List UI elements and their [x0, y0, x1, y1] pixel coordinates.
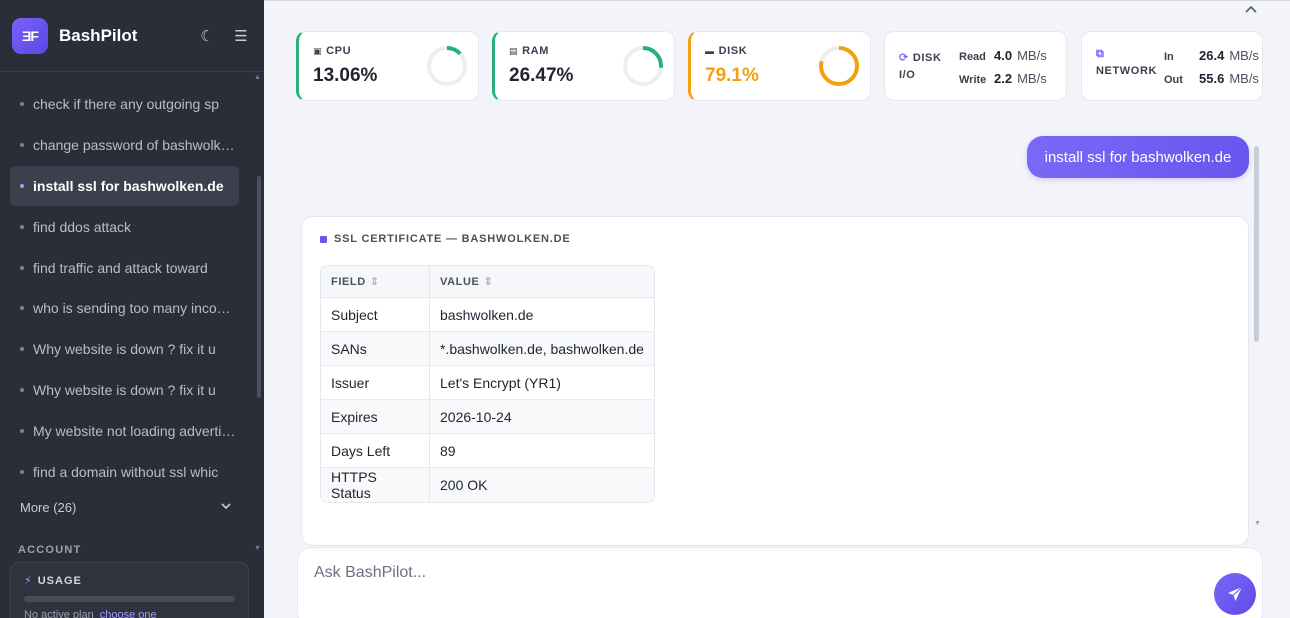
- sort-icon: ⇕: [483, 276, 494, 288]
- bullet-icon: [20, 102, 24, 107]
- chat-input[interactable]: [314, 564, 1194, 582]
- history-item[interactable]: who is sending too many incoming: [10, 288, 239, 329]
- ram-value: 26.47%: [509, 65, 574, 86]
- sidebar-scrollbar[interactable]: [257, 176, 261, 398]
- bullet-icon: [20, 469, 24, 474]
- app-logo: ƎF: [12, 17, 48, 54]
- ssl-table: FIELD ⇕ VALUE ⇕ Subject bashwolken.de SANs *…: [320, 265, 655, 503]
- column-header-field[interactable]: FIELD ⇕: [321, 266, 430, 298]
- disk-value: 79.1%: [705, 65, 759, 86]
- history-item[interactable]: Why website is down ? fix it u: [10, 370, 239, 411]
- ram-card: ▤ RAM 26.47%: [492, 31, 675, 101]
- disk-donut: [819, 46, 859, 86]
- disk-write-row: Write 2.2 MB/s: [959, 71, 1047, 86]
- column-header-value[interactable]: VALUE ⇕: [430, 266, 654, 298]
- history-item[interactable]: find ddos attack: [10, 206, 239, 247]
- network-icon: ⧉: [1096, 48, 1105, 60]
- table-row: HTTPS Status 200 OK: [321, 468, 654, 502]
- more-history-toggle[interactable]: More (26): [20, 500, 232, 515]
- ssl-card-title: SSL CERTIFICATE — BASHWOLKEN.DE: [320, 233, 570, 245]
- user-message-bubble: install ssl for bashwolken.de: [1027, 136, 1249, 178]
- sidebar-scroll-down-icon[interactable]: ▼: [254, 545, 261, 552]
- cpu-label: ▣ CPU: [313, 45, 352, 57]
- app-name: BashPilot: [59, 25, 138, 45]
- chat-scroll-down-icon[interactable]: ▼: [1254, 520, 1261, 527]
- history-item-active[interactable]: install ssl for bashwolken.de: [10, 165, 239, 207]
- memory-icon: ▤: [509, 46, 519, 56]
- bullet-icon: [20, 347, 24, 352]
- network-in-row: In 26.4 MB/s: [1164, 48, 1259, 63]
- account-section-label: ACCOUNT: [18, 544, 82, 556]
- brand-header: ƎF BashPilot ☾ ☰: [0, 0, 264, 72]
- disk-label: ▬ DISK: [705, 45, 748, 57]
- square-icon: [320, 235, 327, 243]
- bullet-icon: [20, 428, 24, 433]
- moon-icon[interactable]: ☾: [196, 27, 218, 45]
- server-stats-bar: ▣ CPU 13.06% ▤ RAM 26.47% ▬ DISK 79.1% ⟳ D: [296, 31, 1290, 101]
- table-row: SANs *.bashwolken.de, bashwolken.de: [321, 332, 654, 366]
- table-row: Days Left 89: [321, 434, 654, 468]
- disk-card: ▬ DISK 79.1%: [688, 31, 871, 101]
- cpu-value: 13.06%: [313, 65, 378, 86]
- history-item[interactable]: My website not loading advertisements: [10, 410, 239, 451]
- chat-input-box: [297, 547, 1263, 618]
- top-divider: [264, 0, 1290, 1]
- hard-drive-icon: ▬: [705, 46, 715, 56]
- bullet-icon: [20, 183, 24, 188]
- usage-panel: ⚡ USAGE No active plan choose one: [10, 562, 249, 618]
- network-out-row: Out 55.6 MB/s: [1164, 71, 1259, 86]
- choose-plan-link[interactable]: choose one: [100, 609, 157, 618]
- send-button[interactable]: [1214, 573, 1256, 615]
- usage-progress-bar: [24, 596, 235, 602]
- sort-icon: ⇕: [369, 276, 380, 288]
- bullet-icon: [20, 143, 24, 148]
- history-item[interactable]: Why website is down ? fix it u: [10, 329, 239, 370]
- history-item[interactable]: change password of bashwolken.de: [10, 125, 239, 166]
- paper-plane-icon: [1228, 586, 1243, 601]
- disk-io-label: ⟳ DISK I/O: [899, 52, 942, 81]
- chip-icon: ▣: [313, 46, 323, 56]
- usage-title: ⚡ USAGE: [24, 575, 82, 587]
- refresh-icon: ⟳: [899, 52, 909, 64]
- usage-note: No active plan choose one: [24, 609, 235, 618]
- bullet-icon: [20, 224, 24, 229]
- chevron-down-icon: [220, 500, 232, 515]
- network-label: ⧉ NETWORK: [1096, 48, 1158, 77]
- hamburger-icon[interactable]: ☰: [230, 27, 252, 45]
- table-header-row: FIELD ⇕ VALUE ⇕: [321, 266, 654, 298]
- table-row: Subject bashwolken.de: [321, 298, 654, 332]
- ram-donut: [623, 46, 663, 86]
- disk-io-card: ⟳ DISK I/O Read 4.0 MB/s Write 2.2 MB/s: [884, 31, 1067, 101]
- history-item[interactable]: check if there any outgoing sp: [10, 84, 239, 125]
- main-panel: ▣ CPU 13.06% ▤ RAM 26.47% ▬ DISK 79.1% ⟳ D: [264, 0, 1290, 618]
- bullet-icon: [20, 306, 24, 311]
- table-row: Issuer Let's Encrypt (YR1): [321, 366, 654, 400]
- ram-label: ▤ RAM: [509, 45, 549, 57]
- more-label: More (26): [20, 500, 77, 515]
- sidebar: ƎF BashPilot ☾ ☰ ▲ check if there any ou…: [0, 0, 264, 618]
- chat-scrollbar[interactable]: [1254, 146, 1259, 342]
- chat-history-list: check if there any outgoing sp change pa…: [10, 84, 239, 492]
- ssl-certificate-card: SSL CERTIFICATE — BASHWOLKEN.DE FIELD ⇕ V…: [301, 216, 1249, 546]
- sidebar-scroll-up-icon[interactable]: ▲: [254, 74, 261, 81]
- table-row: Expires 2026-10-24: [321, 400, 654, 434]
- history-item[interactable]: find traffic and attack toward: [10, 247, 239, 288]
- bullet-icon: [20, 265, 24, 270]
- network-card: ⧉ NETWORK In 26.4 MB/s Out 55.6 MB/s: [1081, 31, 1263, 101]
- disk-read-row: Read 4.0 MB/s: [959, 48, 1047, 63]
- lightning-icon: ⚡: [24, 575, 33, 587]
- history-item[interactable]: find a domain without ssl whic: [10, 451, 239, 492]
- cpu-card: ▣ CPU 13.06%: [296, 31, 479, 101]
- chevron-up-icon[interactable]: [1244, 3, 1258, 20]
- cpu-donut: [427, 46, 467, 86]
- bullet-icon: [20, 387, 24, 392]
